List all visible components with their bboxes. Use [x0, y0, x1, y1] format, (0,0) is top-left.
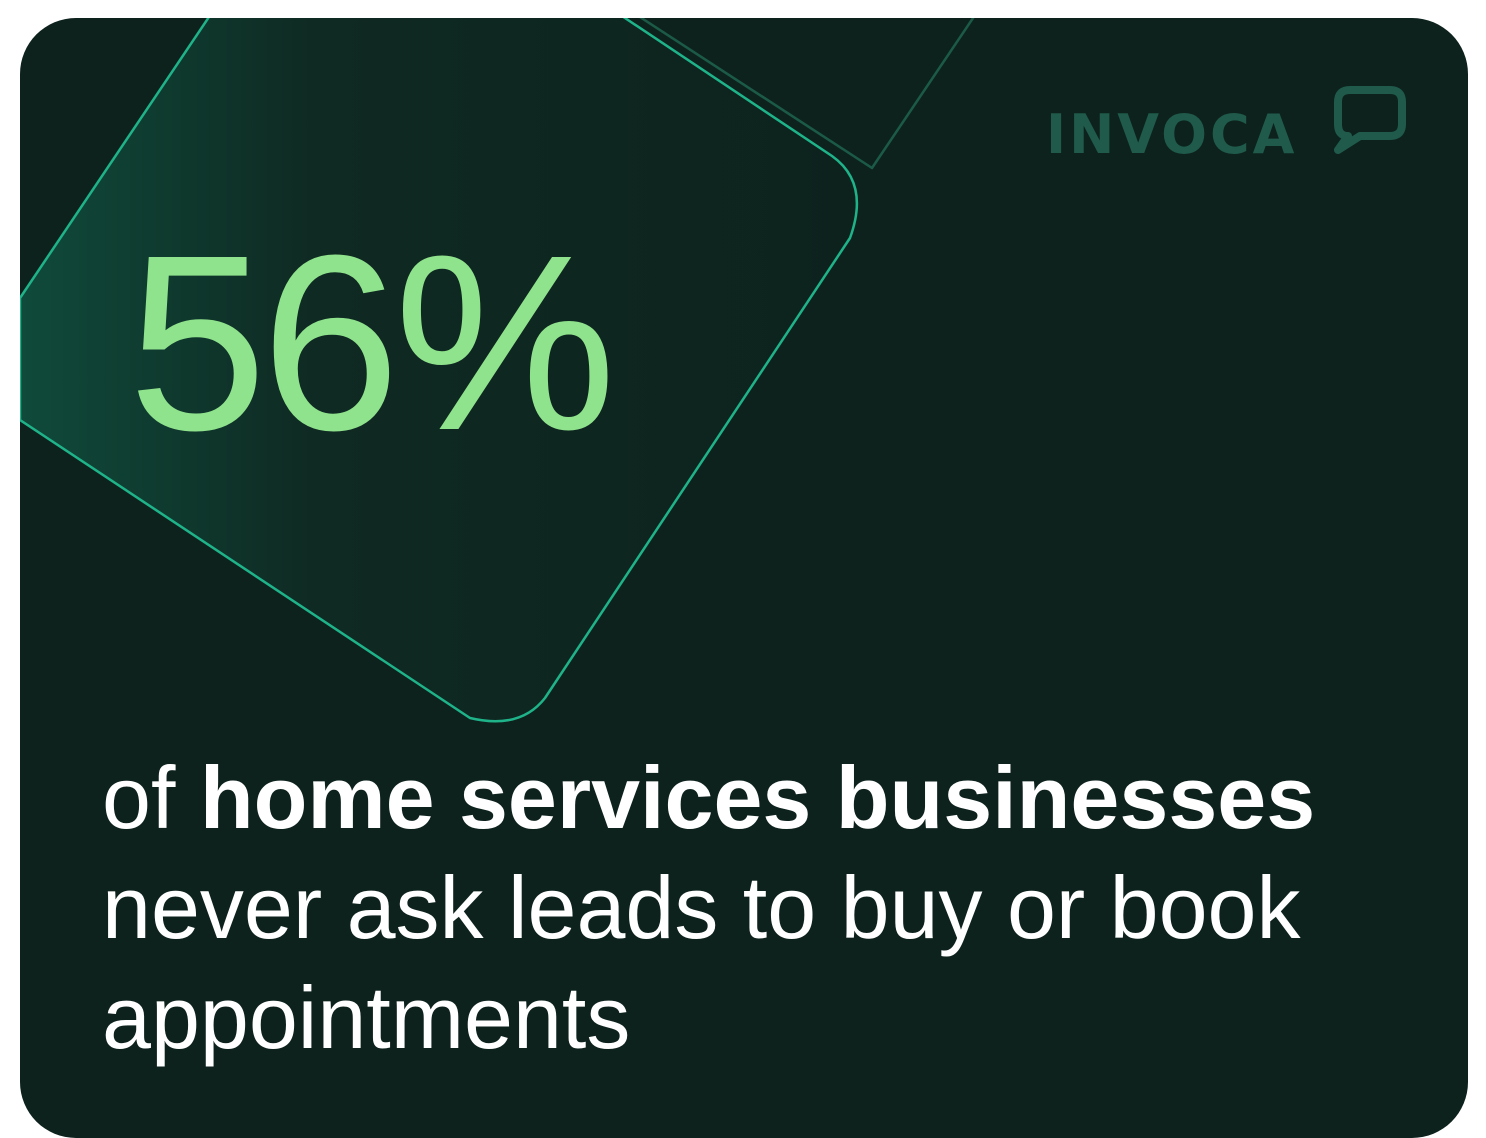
caption-line-3: appointments [102, 968, 631, 1067]
stat-value: 56% [128, 203, 616, 482]
speech-bubble-icon [1334, 86, 1406, 154]
logo-text: INVOCA [1046, 103, 1298, 166]
stat-caption: of home services businesses never ask le… [102, 743, 1442, 1073]
invoca-logo: INVOCA [1046, 86, 1406, 182]
caption-bold-text: home services businesses [199, 748, 1316, 847]
caption-prefix: of [102, 748, 200, 847]
stat-card: INVOCA 56% of home services businesses n… [20, 18, 1468, 1138]
caption-line-2: never ask leads to buy or book [102, 858, 1301, 957]
